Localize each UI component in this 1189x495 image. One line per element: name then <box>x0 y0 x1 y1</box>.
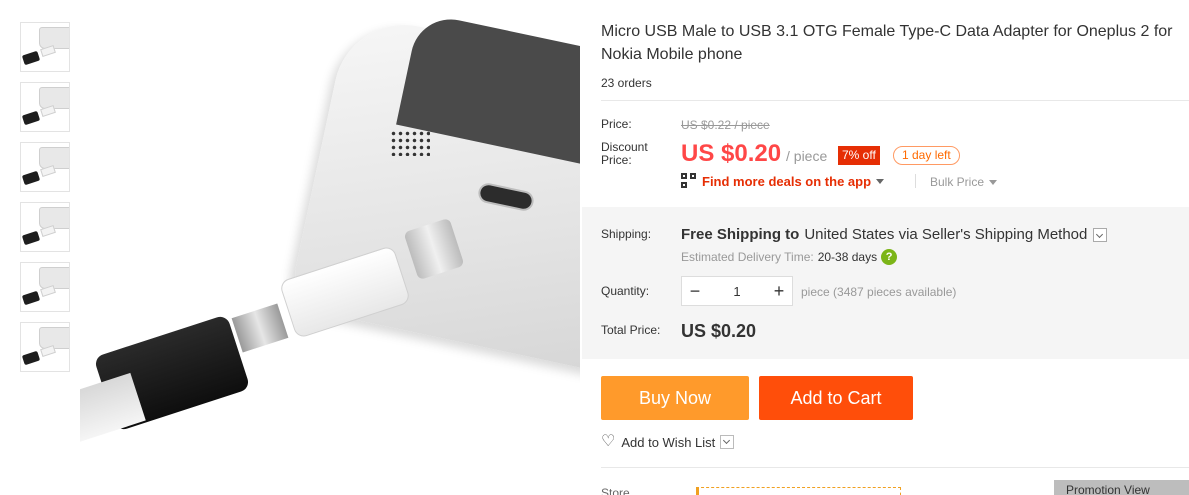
delivery-label: Estimated Delivery Time: <box>681 250 814 264</box>
quantity-label: Quantity: <box>601 284 650 298</box>
thumb-phone-shape <box>39 87 69 109</box>
divider <box>915 174 916 188</box>
increase-quantity-button[interactable]: + <box>766 281 792 302</box>
quantity-input[interactable] <box>708 283 766 299</box>
product-main-image[interactable] <box>80 12 580 495</box>
thumb-plug-shape <box>21 350 41 366</box>
heart-icon: ♡ <box>601 433 616 450</box>
available-pieces: piece (3487 pieces available) <box>801 285 957 299</box>
delivery-days: 20-38 days <box>817 250 878 264</box>
qr-code-icon <box>681 173 697 189</box>
help-icon[interactable]: ? <box>881 249 898 265</box>
thumbnail-3[interactable] <box>20 142 70 192</box>
thumbnail-4[interactable] <box>20 202 70 252</box>
total-price-label: Total Price: <box>601 323 661 337</box>
buy-now-button[interactable]: Buy Now <box>601 376 749 420</box>
free-shipping-text: Free Shipping to <box>681 226 800 243</box>
wishlist-dropdown-icon[interactable] <box>720 435 735 449</box>
add-to-cart-button[interactable]: Add to Cart <box>759 376 913 420</box>
product-title-line-1: Micro USB Male to USB 3.1 OTG Female Typ… <box>601 23 1173 40</box>
find-deals-link[interactable]: Find more deals on the app <box>681 173 885 189</box>
price-unit: / piece <box>786 148 828 164</box>
discount-badge: 7% off <box>838 146 880 165</box>
find-deals-label: Find more deals on the app <box>702 173 872 189</box>
divider <box>601 467 1189 468</box>
thumb-phone-shape <box>39 207 69 229</box>
shipping-dropdown-icon[interactable] <box>1093 227 1108 242</box>
shipping-label: Shipping: <box>601 227 652 241</box>
thumb-plug-shape <box>21 290 41 306</box>
total-price-value: US $0.20 <box>681 321 757 341</box>
product-info: Micro USB Male to USB 3.1 OTG Female Typ… <box>601 20 1189 90</box>
shipping-method[interactable]: Free Shipping to United States via Selle… <box>681 226 1108 243</box>
thumb-phone-shape <box>39 27 69 49</box>
thumb-plug-shape <box>21 230 41 246</box>
bulk-price-dropdown[interactable]: Bulk Price <box>930 175 998 189</box>
decrease-quantity-button[interactable]: − <box>682 281 708 302</box>
thumb-plug-shape <box>21 50 41 66</box>
product-title: Micro USB Male to USB 3.1 OTG Female Typ… <box>601 20 1189 66</box>
quantity-stepper: − + <box>681 276 793 306</box>
phone-speaker-shape <box>390 130 430 156</box>
delivery-estimate: Estimated Delivery Time: 20-38 days ? <box>681 249 898 265</box>
current-price: US $0.20 <box>681 140 782 167</box>
chevron-down-icon <box>989 179 998 185</box>
thumbnail-1[interactable] <box>20 22 70 72</box>
thumb-phone-shape <box>39 327 69 349</box>
thumb-plug-shape <box>21 110 41 126</box>
original-price: US $0.22 / piece <box>681 118 770 132</box>
thumb-plug-shape <box>21 170 41 186</box>
discount-label-2: Price: <box>601 153 632 167</box>
price-label: Price: <box>601 117 632 131</box>
chevron-down-icon <box>876 178 885 184</box>
thumb-phone-shape <box>39 147 69 169</box>
store-promo-box[interactable] <box>696 487 901 495</box>
promotion-view-button[interactable]: Promotion View <box>1054 480 1189 495</box>
thumbnail-list <box>20 22 72 382</box>
thumbnail-6[interactable] <box>20 322 70 372</box>
add-to-wishlist-button[interactable]: ♡ Add to Wish List <box>601 433 735 450</box>
bulk-price-label: Bulk Price <box>930 175 985 189</box>
thumbnail-2[interactable] <box>20 82 70 132</box>
product-title-line-2: Nokia Mobile phone <box>601 46 743 63</box>
divider <box>601 100 1189 101</box>
days-left-badge: 1 day left <box>893 146 960 165</box>
orders-count[interactable]: 23 orders <box>601 76 1189 90</box>
micro-usb-tip-shape <box>231 303 289 353</box>
store-label: Store <box>601 486 630 495</box>
thumb-phone-shape <box>39 267 69 289</box>
shipping-destination: United States via Seller's Shipping Meth… <box>804 226 1088 243</box>
wishlist-label: Add to Wish List <box>621 434 716 450</box>
thumbnail-5[interactable] <box>20 262 70 312</box>
